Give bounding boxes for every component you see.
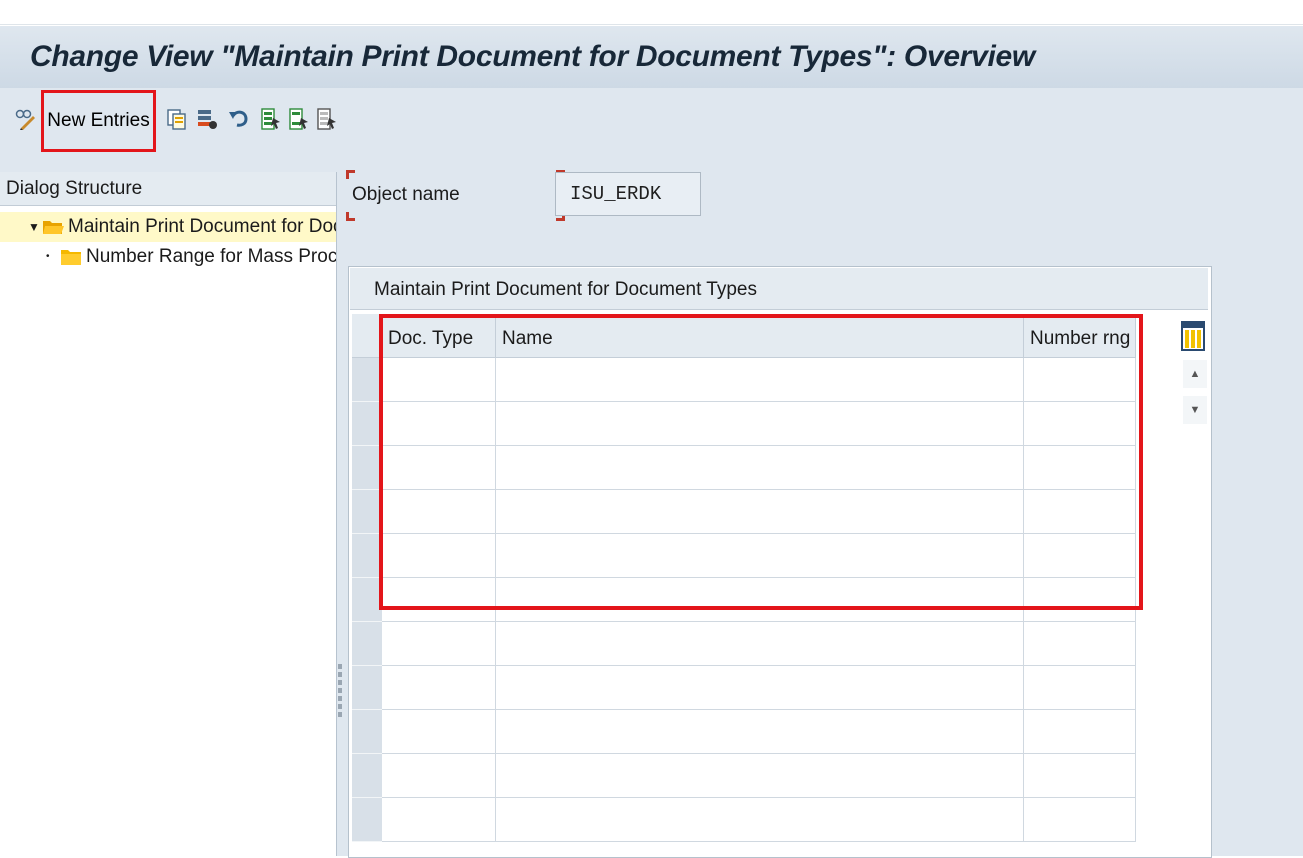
table-cell[interactable] (496, 534, 1024, 578)
dialog-structure-header: Dialog Structure (0, 172, 336, 206)
dialog-structure-panel (0, 172, 337, 856)
new-entries-button[interactable]: New Entries (41, 90, 156, 152)
select-block-icon[interactable] (288, 108, 310, 130)
table-cell[interactable] (382, 798, 496, 842)
table-cell[interactable] (1024, 710, 1136, 754)
expand-arrow-icon[interactable]: ▼ (28, 212, 40, 242)
table-cell[interactable] (1024, 754, 1136, 798)
row-selector[interactable] (352, 578, 382, 622)
table-cell[interactable] (1024, 446, 1136, 490)
tree-item-label: Maintain Print Document for Docu (68, 216, 336, 237)
table-cell[interactable] (1024, 358, 1136, 402)
delete-icon[interactable] (196, 108, 218, 130)
folder-open-icon (43, 221, 64, 234)
table-cell[interactable] (496, 490, 1024, 534)
table-cell[interactable] (496, 402, 1024, 446)
table-cell[interactable] (496, 710, 1024, 754)
row-selector[interactable] (352, 798, 382, 842)
object-name-field: ISU_ERDK (555, 172, 701, 216)
table-cell[interactable] (382, 666, 496, 710)
row-selector[interactable] (352, 446, 382, 490)
tree-item-number-range[interactable]: • Number Range for Mass Process (0, 242, 336, 272)
row-selector[interactable] (352, 754, 382, 798)
table-cell[interactable] (1024, 534, 1136, 578)
table-cell[interactable] (496, 622, 1024, 666)
scroll-up-button[interactable]: ▲ (1183, 360, 1207, 388)
deselect-all-icon[interactable] (316, 108, 338, 130)
title-bar: Change View "Maintain Print Document for… (0, 26, 1303, 88)
page-title: Change View "Maintain Print Document for… (30, 40, 1035, 73)
table-cell[interactable] (496, 754, 1024, 798)
top-strip (0, 0, 1303, 25)
leaf-bullet-icon: • (46, 251, 50, 262)
table-cell[interactable] (1024, 798, 1136, 842)
table-cell[interactable] (382, 622, 496, 666)
field-bracket (346, 212, 355, 221)
table-cell[interactable] (496, 446, 1024, 490)
row-selector[interactable] (352, 710, 382, 754)
table-cell[interactable] (382, 534, 496, 578)
tree-item-label: Number Range for Mass Process (86, 246, 336, 267)
table-cell[interactable] (382, 402, 496, 446)
copy-icon[interactable] (166, 108, 188, 130)
row-selector[interactable] (352, 402, 382, 446)
column-header-doc-type[interactable]: Doc. Type (382, 314, 496, 358)
select-all-icon[interactable] (260, 108, 282, 130)
table-cell[interactable] (1024, 622, 1136, 666)
scroll-down-button[interactable]: ▼ (1183, 396, 1207, 424)
display-change-icon[interactable] (14, 108, 36, 130)
undo-icon[interactable] (228, 108, 250, 130)
table-cell[interactable] (382, 754, 496, 798)
row-selector[interactable] (352, 534, 382, 578)
panel-splitter[interactable] (338, 664, 342, 722)
object-name-label: Object name (352, 184, 460, 205)
table-cell[interactable] (1024, 490, 1136, 534)
table-cell[interactable] (496, 798, 1024, 842)
folder-icon (61, 250, 81, 265)
row-selector[interactable] (352, 622, 382, 666)
column-header-name[interactable]: Name (496, 314, 1024, 358)
row-selector[interactable] (352, 666, 382, 710)
table-cell[interactable] (382, 578, 496, 622)
row-selector[interactable] (352, 490, 382, 534)
table-cell[interactable] (382, 446, 496, 490)
table-cell[interactable] (1024, 402, 1136, 446)
table-cell[interactable] (496, 358, 1024, 402)
table-cell[interactable] (382, 490, 496, 534)
select-all-rows-button[interactable] (352, 314, 382, 358)
tree-item-maintain-print-document[interactable]: ▼ Maintain Print Document for Docu (0, 212, 336, 242)
column-settings-icon[interactable] (1181, 320, 1205, 352)
table-cell[interactable] (1024, 578, 1136, 622)
vertical-scrollbar[interactable] (1183, 358, 1209, 856)
row-selector[interactable] (352, 358, 382, 402)
table-cell[interactable] (496, 666, 1024, 710)
table-title: Maintain Print Document for Document Typ… (350, 268, 1208, 310)
table-cell[interactable] (382, 710, 496, 754)
field-bracket (346, 170, 355, 179)
table-cell[interactable] (496, 578, 1024, 622)
table-cell[interactable] (1024, 666, 1136, 710)
table-cell[interactable] (382, 358, 496, 402)
column-header-number-range[interactable]: Number rng (1024, 314, 1136, 358)
